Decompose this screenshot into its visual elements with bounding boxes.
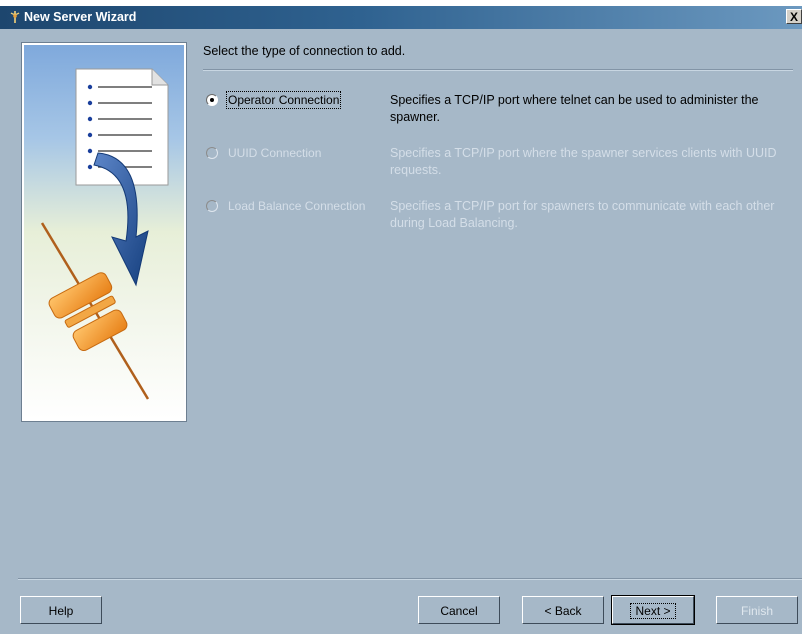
uuid-connection-description: Specifies a TCP/IP port where the spawne… — [390, 146, 777, 177]
footer-separator — [18, 578, 802, 580]
header-separator — [203, 69, 793, 71]
operator-connection-description: Specifies a TCP/IP port where telnet can… — [390, 93, 759, 124]
load-balance-connection-description: Specifies a TCP/IP port for spawners to … — [390, 199, 775, 230]
back-button[interactable]: < Back — [522, 596, 604, 624]
option-load-balance-connection[interactable]: Load Balance Connection Specifies a TCP/… — [206, 198, 796, 238]
option-operator-connection[interactable]: Operator Connection Specifies a TCP/IP p… — [206, 91, 796, 132]
next-button-label: Next > — [630, 603, 676, 619]
instruction-text: Select the type of connection to add. — [203, 44, 406, 58]
load-balance-connection-label[interactable]: Load Balance Connection — [228, 199, 365, 213]
cancel-button[interactable]: Cancel — [418, 596, 500, 624]
operator-connection-radio[interactable] — [206, 94, 218, 106]
wizard-window: New Server Wizard X Select the type of c… — [0, 6, 802, 634]
option-uuid-connection[interactable]: UUID Connection Specifies a TCP/IP port … — [206, 145, 796, 185]
server-wizard-icon — [8, 10, 22, 24]
help-button[interactable]: Help — [20, 596, 102, 624]
title-bar[interactable]: New Server Wizard X — [0, 6, 802, 29]
uuid-connection-radio[interactable] — [206, 147, 218, 159]
close-button[interactable]: X — [786, 9, 802, 24]
operator-connection-label[interactable]: Operator Connection — [225, 91, 342, 109]
wizard-illustration — [21, 42, 187, 422]
uuid-connection-label[interactable]: UUID Connection — [228, 146, 321, 160]
document-arrow-plug-illustration — [40, 68, 169, 400]
load-balance-connection-radio[interactable] — [206, 200, 218, 212]
finish-button[interactable]: Finish — [716, 596, 798, 624]
next-button[interactable]: Next > — [611, 595, 695, 625]
window-title: New Server Wizard — [24, 10, 137, 24]
